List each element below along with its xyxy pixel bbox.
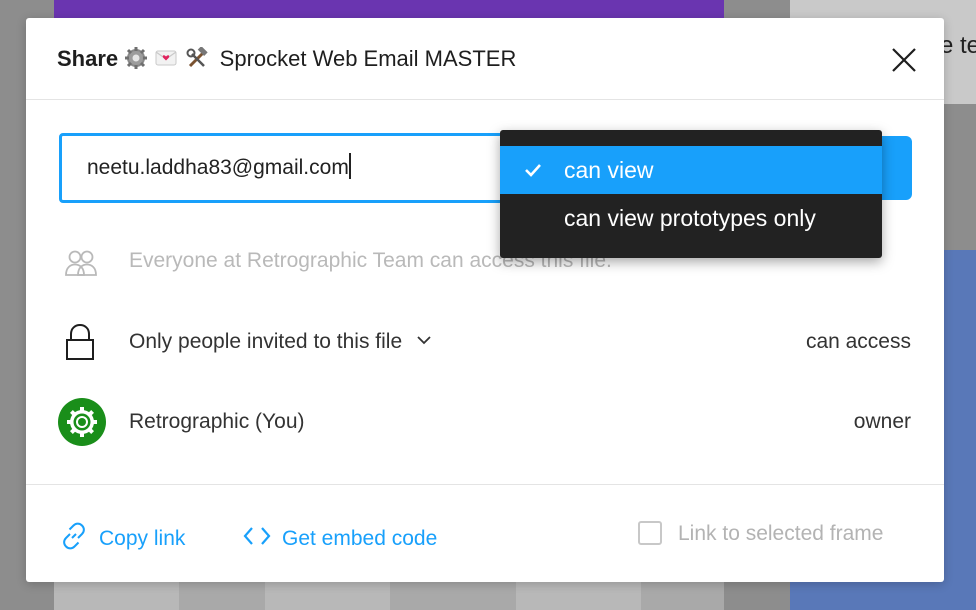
access-permission-label: can access — [805, 330, 911, 353]
envelope-emoji-icon — [155, 50, 177, 66]
share-label: Share — [57, 46, 119, 71]
tools-emoji-icon — [186, 47, 208, 68]
share-modal: Share Sprocket Web Email MASTER neetu.la… — [26, 18, 944, 582]
modal-footer: Copy link Get embed code Link to selecte… — [26, 484, 944, 582]
text-caret — [348, 153, 351, 179]
menu-item-label: can view prototypes only — [564, 205, 816, 231]
avatar — [58, 398, 106, 446]
background-purple-frame — [54, 0, 724, 18]
background-partial-text: e te — [940, 32, 976, 59]
modal-title: Share Sprocket Web Email MASTER — [57, 46, 516, 72]
link-to-frame-label: Link to selected frame — [678, 522, 884, 545]
file-name: Sprocket Web Email MASTER — [219, 46, 517, 71]
email-value: neetu.laddha83@gmail.com — [87, 156, 349, 179]
background-column — [265, 582, 390, 610]
owner-role: owner — [853, 410, 911, 433]
link-icon — [63, 522, 85, 550]
menu-item-can-view-prototypes[interactable]: can view prototypes only — [500, 194, 882, 242]
modal-header: Share Sprocket Web Email MASTER — [26, 18, 944, 100]
access-dropdown[interactable]: Only people invited to this file — [129, 330, 432, 354]
background-column — [516, 582, 641, 610]
checkbox-box — [638, 521, 662, 545]
email-input[interactable]: neetu.laddha83@gmail.com — [59, 133, 529, 203]
close-icon — [892, 48, 916, 72]
background-column — [54, 582, 179, 610]
embed-code-label: Get embed code — [282, 527, 438, 550]
access-level-row: Only people invited to this file can acc… — [26, 321, 944, 361]
menu-item-label: can view — [564, 157, 654, 183]
embed-code-button[interactable]: Get embed code — [242, 521, 437, 551]
close-button[interactable] — [888, 44, 920, 76]
permission-menu: can view can view prototypes only — [500, 130, 882, 258]
checkmark-icon — [525, 164, 541, 177]
copy-link-label: Copy link — [99, 527, 186, 550]
code-brackets-icon — [243, 527, 271, 545]
copy-link-button[interactable]: Copy link — [59, 521, 185, 551]
gear-emoji-icon — [125, 47, 148, 69]
team-people-icon — [65, 250, 97, 276]
owner-name: Retrographic (You) — [129, 410, 305, 433]
menu-item-can-view[interactable]: can view — [500, 146, 882, 194]
lock-icon — [66, 323, 94, 360]
chevron-down-icon — [417, 336, 431, 345]
access-dropdown-label: Only people invited to this file — [129, 330, 403, 353]
owner-row: Retrographic (You) owner — [26, 398, 944, 448]
link-to-frame-checkbox[interactable]: Link to selected frame — [638, 521, 883, 546]
